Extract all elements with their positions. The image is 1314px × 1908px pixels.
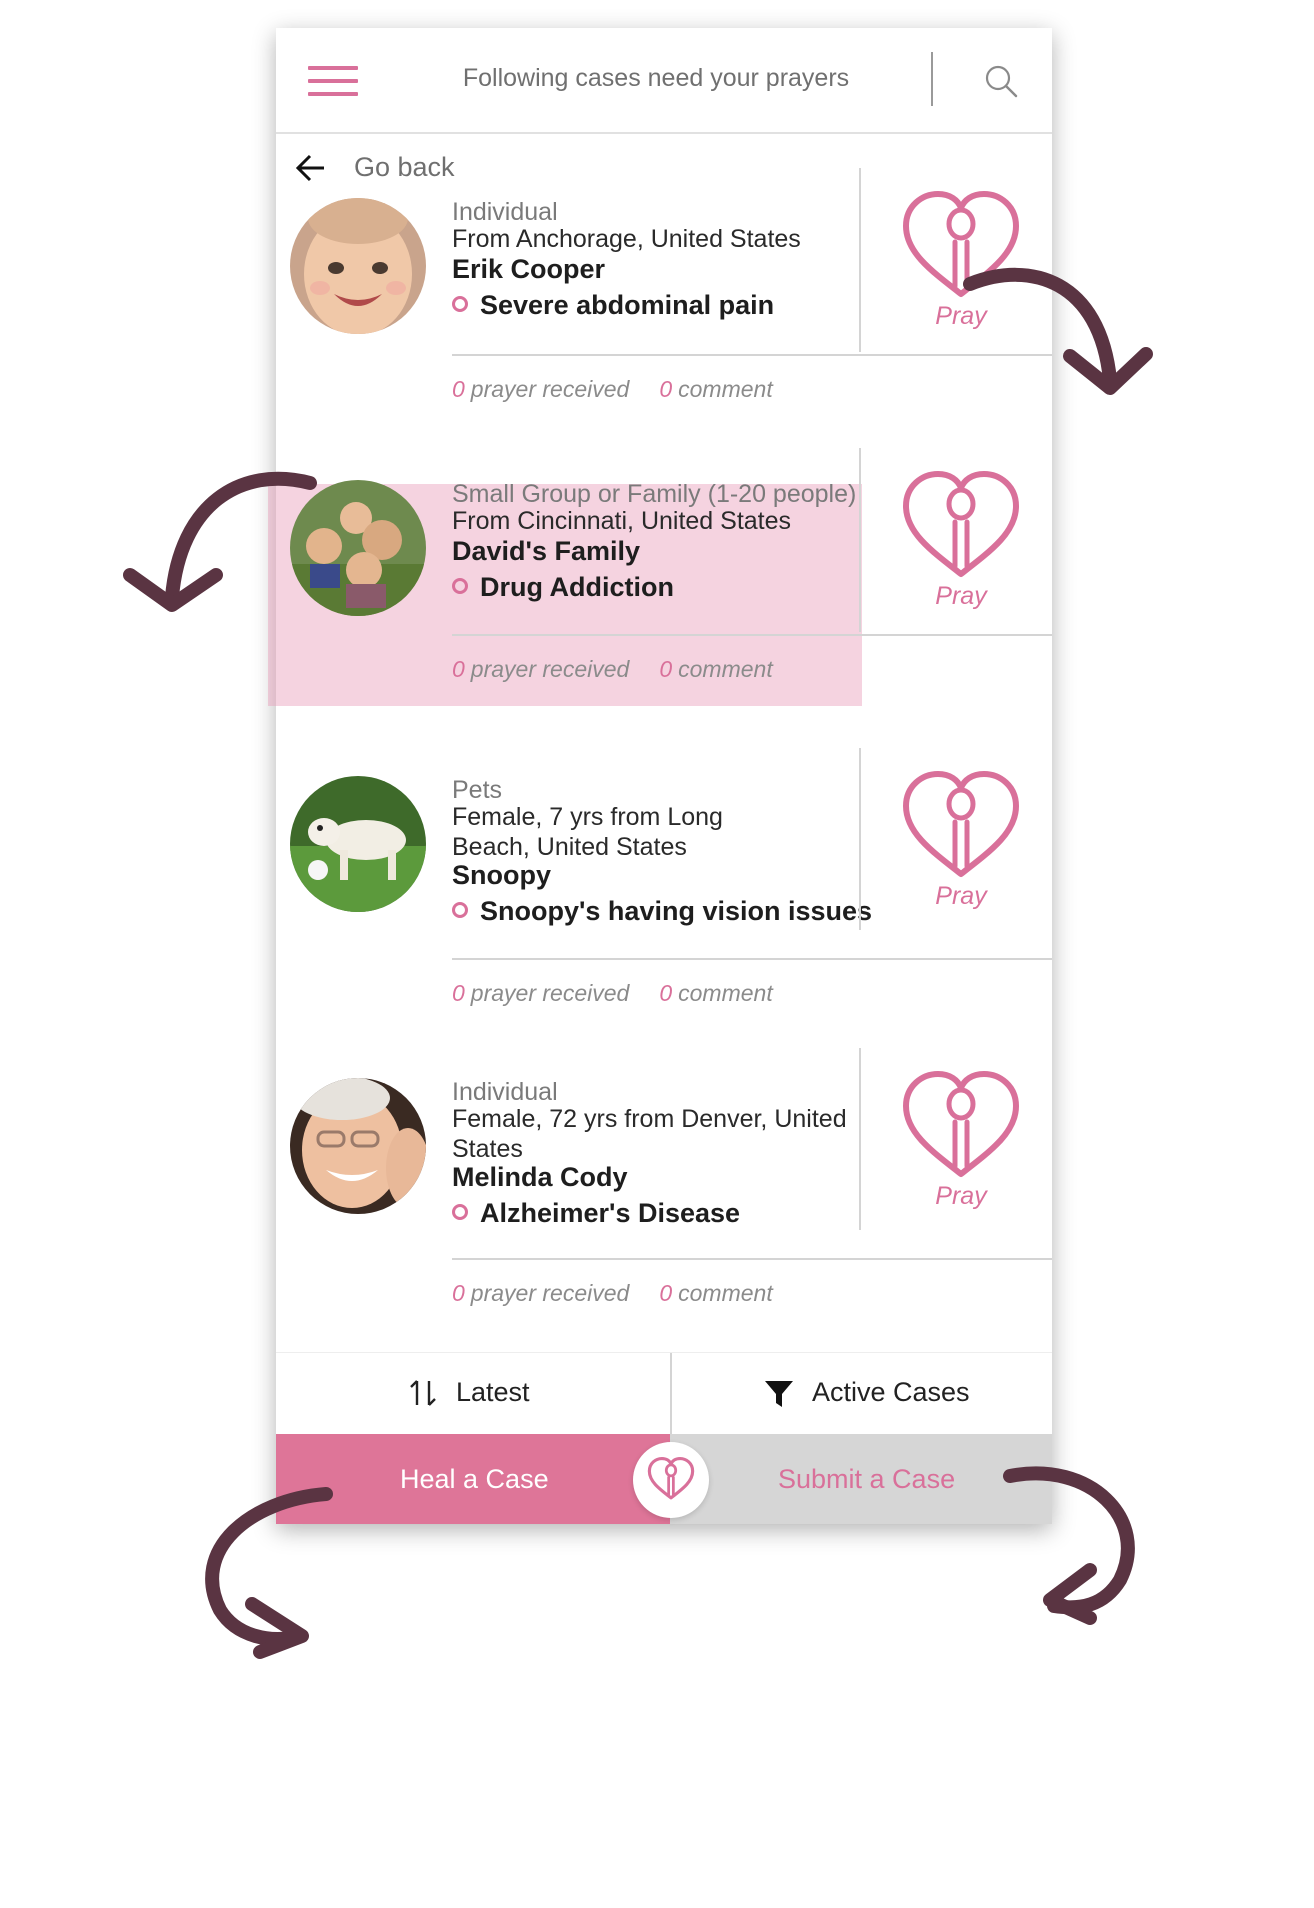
hamburger-menu-icon[interactable]	[308, 66, 358, 96]
vertical-divider	[859, 168, 861, 352]
sort-button[interactable]: Latest	[276, 1353, 670, 1435]
prayer-label: prayer received	[470, 1280, 630, 1306]
case-stats: 0 prayer received 0 comment	[452, 980, 773, 1007]
bullet-circle-icon	[452, 578, 468, 594]
case-item-erik-cooper[interactable]: Individual From Anchorage, United States…	[276, 168, 1052, 438]
heart-hands-icon	[903, 471, 1019, 577]
tab-submit-label: Submit a Case	[778, 1464, 956, 1494]
prayer-label: prayer received	[470, 376, 630, 402]
case-stats: 0 prayer received 0 comment	[452, 656, 773, 683]
case-name: Snoopy	[452, 860, 551, 890]
prayer-label: prayer received	[470, 656, 630, 682]
case-item-snoopy[interactable]: Pets Female, 7 yrs from Long Beach, Unit…	[276, 748, 1052, 1048]
prayer-count: 0	[452, 656, 465, 682]
case-location: From Anchorage, United States	[452, 225, 801, 253]
header-divider	[931, 52, 933, 106]
comment-count[interactable]: 0	[659, 656, 672, 682]
comment-label[interactable]: comment	[678, 376, 773, 402]
avatar	[290, 776, 426, 912]
top-app-bar: Following cases need your prayers	[276, 28, 1052, 134]
case-category: Small Group or Family (1-20 people)	[452, 480, 857, 508]
case-condition-text: Snoopy's having vision issues	[480, 896, 873, 926]
vertical-divider	[859, 748, 861, 930]
comment-label[interactable]: comment	[678, 1280, 773, 1306]
annotation-arrow-bottom-right	[1003, 1466, 1135, 1625]
pray-label: Pray	[935, 1182, 987, 1210]
comment-count[interactable]: 0	[659, 1280, 672, 1306]
case-condition: Alzheimer's Disease	[452, 1198, 740, 1229]
vertical-divider	[859, 448, 861, 632]
case-location: Female, 72 yrs from Denver, United State…	[452, 1105, 847, 1163]
filter-button[interactable]: Active Cases	[672, 1353, 1052, 1435]
tab-submit-a-case[interactable]: Submit a Case	[670, 1434, 1052, 1524]
annotation-arrow-right-top	[963, 267, 1153, 395]
pray-button[interactable]: Pray	[886, 1070, 1036, 1220]
case-stats: 0 prayer received 0 comment	[452, 1280, 773, 1307]
comment-count[interactable]: 0	[659, 980, 672, 1006]
vertical-divider	[859, 1048, 861, 1230]
case-name: David's Family	[452, 536, 640, 566]
avatar	[290, 1078, 426, 1214]
prayer-count: 0	[452, 980, 465, 1006]
heart-hands-icon	[903, 1071, 1019, 1177]
pray-button[interactable]: Pray	[886, 470, 1036, 620]
prayer-count: 0	[452, 1280, 465, 1306]
page-title: Following cases need your prayers	[462, 64, 850, 92]
case-condition-text: Alzheimer's Disease	[480, 1198, 741, 1228]
tab-heal-label: Heal a Case	[400, 1464, 549, 1494]
case-item-melinda-cody[interactable]: Individual Female, 72 yrs from Denver, U…	[276, 1048, 1052, 1348]
heart-hands-icon	[647, 1456, 695, 1500]
phone-screen: Following cases need your prayers Go bac…	[268, 28, 1052, 1524]
bullet-circle-icon	[452, 1204, 468, 1220]
sort-filter-bar: Latest Active Cases	[276, 1352, 1052, 1435]
case-category: Individual	[452, 1078, 558, 1106]
horizontal-divider	[452, 1258, 1052, 1260]
comment-label[interactable]: comment	[678, 980, 773, 1006]
case-location: Female, 7 yrs from Long Beach, United St…	[452, 803, 723, 861]
horizontal-divider	[452, 634, 1052, 636]
annotation-arrow-bottom-left	[205, 1487, 333, 1659]
center-heart-button[interactable]	[633, 1442, 709, 1518]
case-category: Pets	[452, 776, 503, 804]
case-category: Individual	[452, 198, 558, 226]
comment-count[interactable]: 0	[659, 376, 672, 402]
case-stats: 0 prayer received 0 comment	[452, 376, 773, 403]
case-name: Erik Cooper	[452, 254, 606, 284]
case-location: From Cincinnati, United States	[452, 507, 792, 535]
bullet-circle-icon	[452, 296, 468, 312]
heart-hands-icon	[903, 771, 1019, 877]
horizontal-divider	[452, 958, 1052, 960]
case-condition-text: Severe abdominal pain	[480, 290, 775, 320]
case-name: Melinda Cody	[452, 1162, 628, 1192]
pray-label: Pray	[935, 882, 987, 910]
prayer-count: 0	[452, 376, 465, 402]
bottom-tab-bar: Heal a Case Submit a Case	[276, 1434, 1052, 1524]
prayer-label: prayer received	[470, 980, 630, 1006]
case-item-davids-family[interactable]: Small Group or Family (1-20 people) From…	[276, 448, 1052, 718]
avatar	[290, 198, 426, 334]
case-condition: Severe abdominal pain	[452, 290, 774, 321]
pray-button[interactable]: Pray	[886, 770, 1036, 920]
funnel-icon	[764, 1379, 794, 1409]
bullet-circle-icon	[452, 902, 468, 918]
case-condition-text: Drug Addiction	[480, 572, 674, 602]
comment-label[interactable]: comment	[678, 656, 773, 682]
case-condition: Snoopy's having vision issues	[452, 896, 872, 927]
pray-label: Pray	[935, 582, 987, 610]
search-icon[interactable]	[984, 64, 1018, 98]
case-condition: Drug Addiction	[452, 572, 674, 603]
sort-label: Latest	[456, 1377, 530, 1407]
annotation-arrow-left	[123, 471, 317, 612]
sort-arrows-icon	[408, 1377, 438, 1409]
filter-label: Active Cases	[812, 1377, 970, 1407]
